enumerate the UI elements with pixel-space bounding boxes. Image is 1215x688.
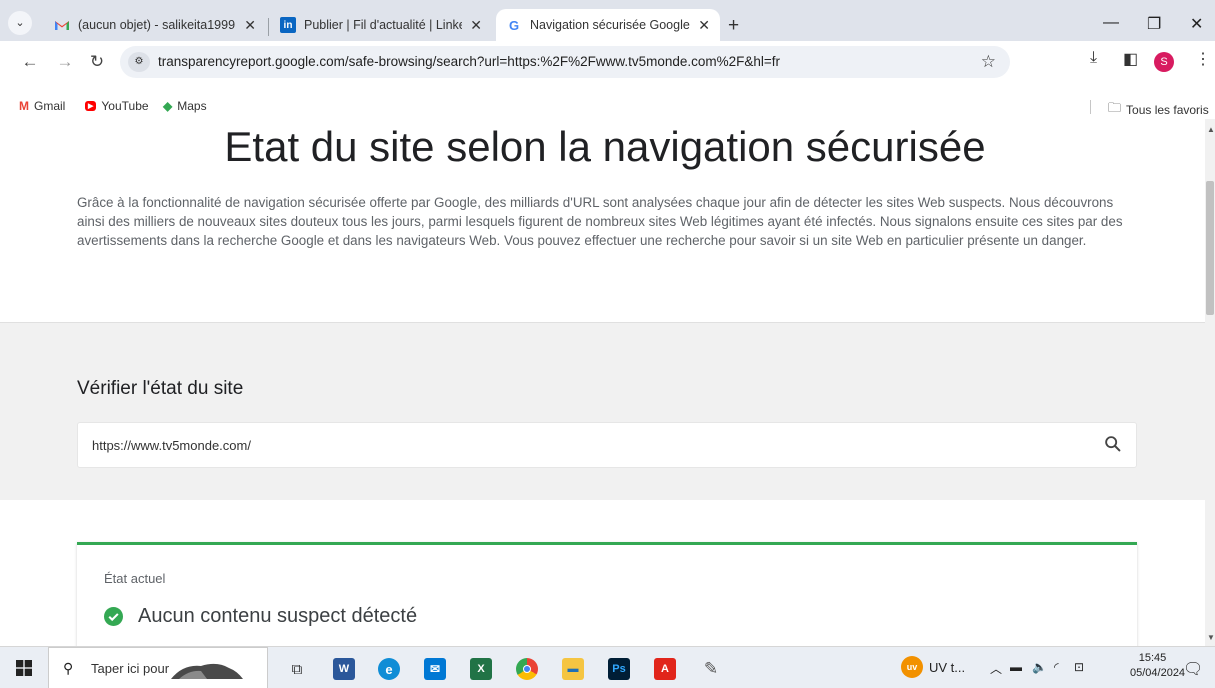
page-title: Etat du site selon la navigation sécuris… [224, 123, 986, 170]
edge-icon[interactable]: e [378, 658, 400, 680]
all-bookmarks[interactable]: 🗀 Tous les favoris [1108, 99, 1209, 121]
youtube-icon: ▶ [85, 101, 97, 111]
browser-toolbar: ← → ↻ ⚙ transparencyreport.google.com/sa… [0, 41, 1215, 95]
file-explorer-icon[interactable]: ▬ [562, 658, 584, 680]
taskbar-search-placeholder: Taper ici pour [91, 661, 170, 676]
search-icon: ⚲ [63, 660, 74, 676]
page-viewport: Etat du site selon la navigation sécuris… [0, 119, 1205, 646]
site-check-heading: Vérifier l'état du site [77, 378, 244, 399]
uv-icon: uv [901, 656, 923, 678]
bookmark-gmail[interactable]: M Gmail [19, 99, 65, 113]
tab-linkedin[interactable]: in Publier | Fil d'actualité | LinkedIn … [270, 9, 492, 41]
task-view-icon[interactable]: ⧉ [286, 658, 308, 680]
mail-icon[interactable]: ✉ [424, 658, 446, 680]
wifi-icon[interactable]: ◜ [1054, 660, 1059, 674]
tab-title: Publier | Fil d'actualité | LinkedIn [304, 18, 462, 32]
tab-separator [268, 18, 269, 36]
paint-icon[interactable]: ✎ [700, 658, 722, 680]
windows-start-icon[interactable] [16, 660, 32, 676]
tab-strip: ⌄ (aucun objet) - salikeita1999@gmail.co… [0, 0, 1215, 41]
tab-title: (aucun objet) - salikeita1999@gmail.com [78, 18, 236, 32]
clock-date: 05/04/2024 [1130, 667, 1186, 679]
tray-overflow-icon[interactable]: ︿ [990, 660, 1002, 677]
bookmark-youtube[interactable]: ▶ YouTube [85, 99, 149, 113]
close-icon[interactable]: ✕ [698, 17, 710, 34]
reload-button[interactable]: ↻ [86, 51, 108, 73]
folder-icon: 🗀 [1108, 100, 1122, 115]
tab-safe-browsing[interactable]: G Navigation sécurisée Google – Google ✕ [496, 9, 720, 41]
windows-taskbar: ⚲ Taper ici pour ⧉ W e ✉ X ▬ Ps A ✎ uv U… [0, 646, 1215, 688]
search-highlight-image [171, 663, 243, 679]
bookmarks-bar: M Gmail ▶ YouTube ◆ Maps 🗀 Tous les favo… [0, 95, 1215, 119]
address-url[interactable]: transparencyreport.google.com/safe-brows… [158, 54, 780, 69]
scroll-down-icon[interactable]: ▼ [1207, 633, 1215, 642]
tab-title: Navigation sécurisée Google – Google [530, 18, 690, 32]
photoshop-icon[interactable]: Ps [608, 658, 630, 680]
intro-text: Grâce à la fonctionnalité de navigation … [77, 195, 1123, 248]
status-value: Aucun contenu suspect détecté [104, 605, 417, 628]
taskbar-clock[interactable]: 15:45 05/04/2024 [1130, 651, 1186, 681]
check-circle-icon [104, 607, 123, 626]
bookmark-label: Maps [177, 99, 207, 113]
word-icon[interactable]: W [333, 658, 355, 680]
scrollbar-thumb[interactable] [1206, 181, 1214, 315]
tab-search-button[interactable]: ⌄ [8, 11, 32, 35]
side-panel-icon[interactable]: ◧ [1123, 49, 1138, 69]
arrow-left-icon: ← [21, 52, 39, 71]
profile-avatar[interactable]: S [1154, 52, 1174, 72]
notifications-icon[interactable]: 🗨 [1183, 659, 1203, 679]
minimize-button[interactable]: — [1103, 14, 1119, 32]
url-input-value[interactable]: https://www.tv5monde.com/ [92, 438, 251, 453]
acrobat-icon[interactable]: A [654, 658, 676, 680]
site-info-icon[interactable]: ⚙ [128, 52, 150, 72]
site-check-section: Vérifier l'état du site https://www.tv5m… [0, 322, 1205, 500]
all-bookmarks-label: Tous les favoris [1126, 103, 1209, 117]
bookmark-separator [1090, 100, 1091, 114]
google-icon: G [508, 17, 520, 33]
forward-button[interactable]: → [54, 51, 76, 73]
close-icon[interactable]: ✕ [470, 17, 482, 34]
tab-gmail[interactable]: (aucun objet) - salikeita1999@gmail.com … [44, 9, 266, 41]
bookmark-maps[interactable]: ◆ Maps [163, 99, 207, 113]
close-icon[interactable]: ✕ [244, 17, 256, 34]
clock-time: 15:45 [1138, 652, 1167, 664]
close-window-button[interactable]: ✕ [1190, 14, 1203, 34]
uv-app-button[interactable]: uv UV t... [901, 656, 965, 678]
bookmark-label: YouTube [101, 99, 149, 113]
search-icon[interactable] [1102, 433, 1124, 455]
status-label: État actuel [104, 571, 166, 586]
page-scrollbar[interactable]: ▲ ▼ [1205, 119, 1215, 646]
url-search-field[interactable]: https://www.tv5monde.com/ [77, 422, 1137, 468]
status-text: Aucun contenu suspect détecté [138, 605, 418, 627]
gmail-icon [54, 17, 70, 33]
taskbar-search[interactable]: ⚲ Taper ici pour [48, 647, 268, 688]
chevron-down-icon: ⌄ [15, 17, 25, 29]
linkedin-icon: in [280, 17, 296, 33]
status-card: État actuel Aucun contenu suspect détect… [77, 542, 1137, 646]
scroll-up-icon[interactable]: ▲ [1207, 125, 1215, 134]
download-icon[interactable]: ⤓ [1090, 49, 1097, 67]
star-icon[interactable]: ☆ [981, 52, 996, 72]
arrow-right-icon: → [56, 52, 74, 71]
ime-icon[interactable]: ⊡ [1074, 660, 1084, 674]
volume-icon[interactable]: 🔈 [1032, 660, 1047, 674]
uv-label: UV t... [929, 659, 966, 675]
new-tab-button[interactable]: + [728, 16, 739, 36]
menu-icon[interactable]: ⋮ [1195, 49, 1211, 69]
chrome-icon[interactable] [516, 658, 538, 680]
battery-icon[interactable]: ▬ [1010, 660, 1022, 674]
reload-icon: ↻ [89, 52, 105, 71]
excel-icon[interactable]: X [470, 658, 492, 680]
bookmark-label: Gmail [34, 99, 66, 113]
back-button[interactable]: ← [19, 51, 41, 73]
address-bar[interactable]: ⚙ transparencyreport.google.com/safe-bro… [120, 46, 1010, 78]
maps-icon: ◆ [163, 99, 173, 113]
gmail-icon: M [19, 99, 29, 113]
restore-button[interactable]: ❐ [1147, 14, 1161, 34]
